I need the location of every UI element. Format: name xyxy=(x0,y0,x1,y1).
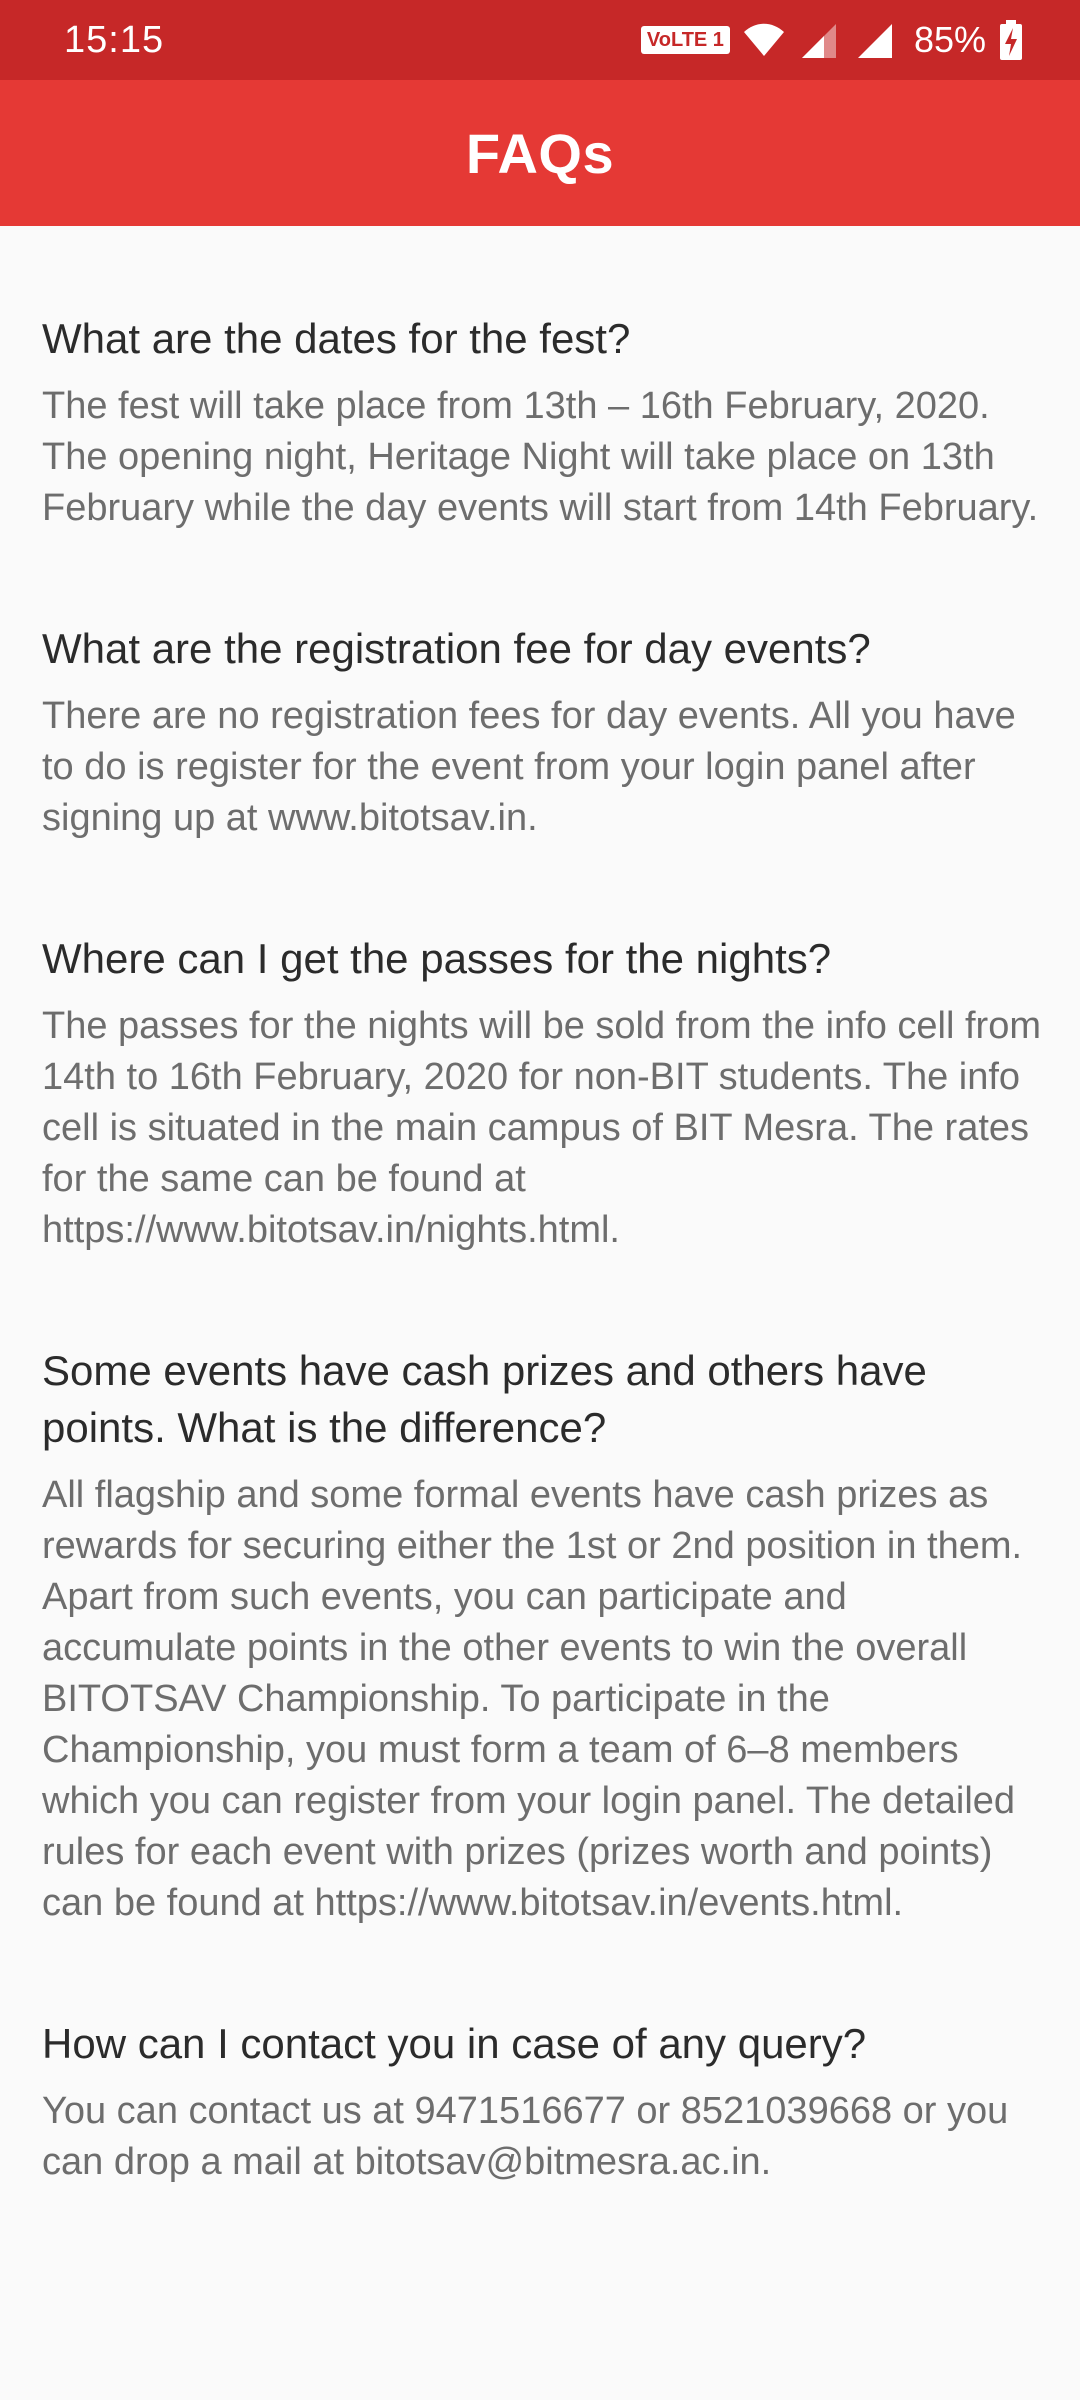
app-bar: FAQs xyxy=(0,80,1080,226)
faq-answer: You can contact us at 9471516677 or 8521… xyxy=(42,2090,1009,2183)
faq-item: Some events have cash prizes and others … xyxy=(42,1256,1042,1929)
faq-item: How can I contact you in case of any que… xyxy=(42,1929,1042,2188)
status-icons: VoLTE 1 85% xyxy=(640,18,1024,62)
faq-question: What are the registration fee for day ev… xyxy=(42,625,871,672)
faq-answer: The passes for the nights will be sold f… xyxy=(42,1005,1042,1251)
faq-question: What are the dates for the fest? xyxy=(42,315,631,362)
faq-item: Where can I get the passes for the night… xyxy=(42,844,1042,1256)
status-bar: 15:15 VoLTE 1 85% xyxy=(0,0,1080,80)
faq-list: What are the dates for the fest? The fes… xyxy=(42,226,1042,2188)
wifi-icon xyxy=(742,18,786,62)
status-time: 15:15 xyxy=(64,19,165,61)
faq-item: What are the dates for the fest? The fes… xyxy=(42,226,1042,534)
volte-badge: VoLTE 1 xyxy=(640,26,730,54)
battery-percentage: 85% xyxy=(913,19,986,60)
signal-icon xyxy=(854,18,898,62)
faq-item: What are the registration fee for day ev… xyxy=(42,534,1042,844)
faq-question: Some events have cash prizes and others … xyxy=(42,1347,927,1451)
faq-question: Where can I get the passes for the night… xyxy=(42,935,832,982)
faq-answer: There are no registration fees for day e… xyxy=(42,695,1016,839)
signal-icon xyxy=(798,18,842,62)
page-title: FAQs xyxy=(465,121,615,185)
battery-charging-icon xyxy=(998,18,1024,62)
faq-question: How can I contact you in case of any que… xyxy=(42,2020,867,2067)
faq-answer: All flagship and some formal events have… xyxy=(42,1474,1023,1924)
faq-answer: The fest will take place from 13th – 16t… xyxy=(42,385,1039,529)
